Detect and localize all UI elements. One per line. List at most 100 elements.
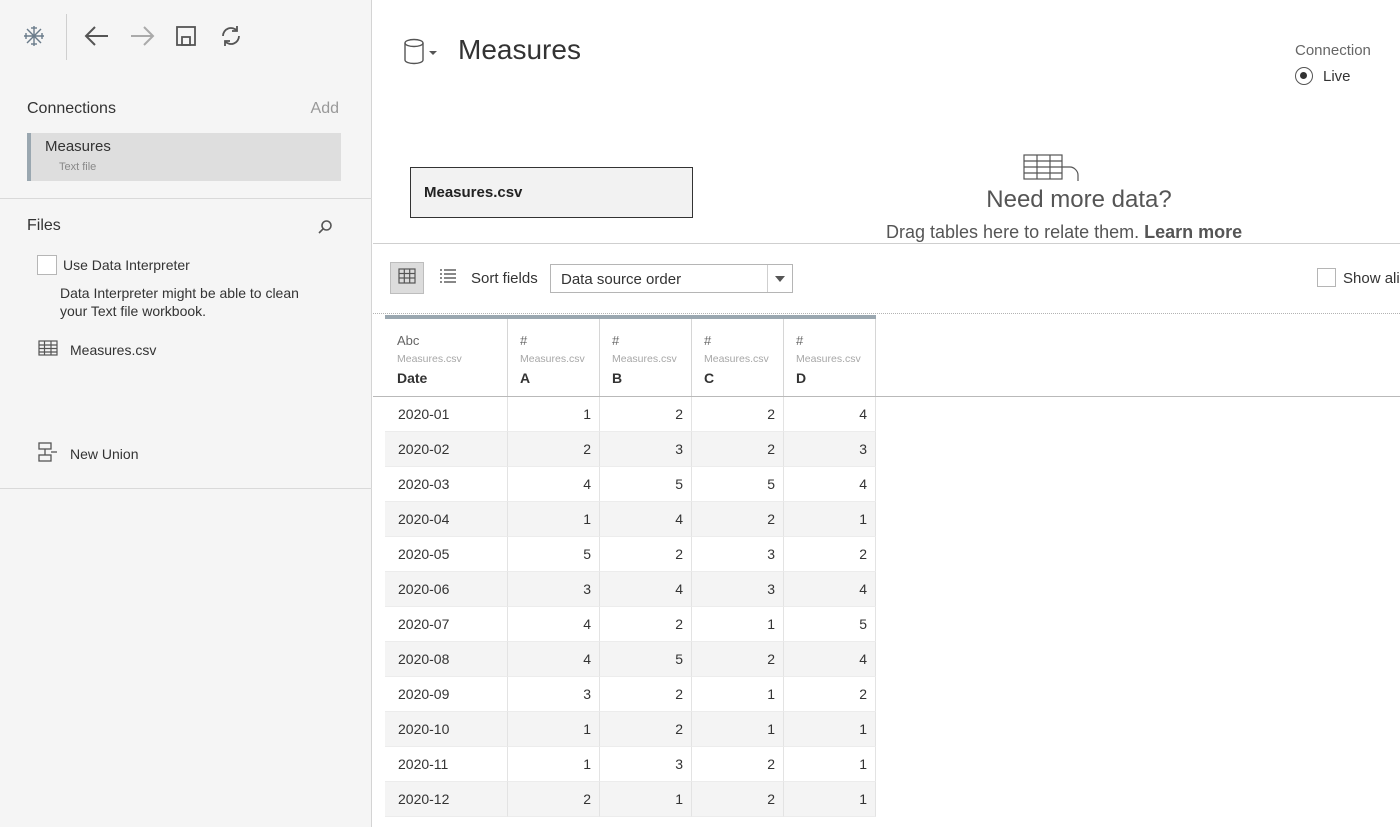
number-type-icon[interactable]: # xyxy=(796,333,803,348)
date-cell[interactable]: 2020-10 xyxy=(385,712,508,747)
a-cell[interactable]: 1 xyxy=(508,397,600,432)
a-cell[interactable]: 3 xyxy=(508,572,600,607)
b-cell[interactable]: 4 xyxy=(600,572,692,607)
column-header[interactable]: Abc Measures.csv Date xyxy=(385,319,508,396)
search-icon[interactable] xyxy=(316,218,334,236)
live-label: Live xyxy=(1323,67,1351,85)
date-cell[interactable]: 2020-04 xyxy=(385,502,508,537)
table-row: 2020-03 4 5 5 4 xyxy=(385,467,876,502)
connection-item-measures[interactable]: Measures Text file xyxy=(27,133,341,181)
database-icon[interactable] xyxy=(403,38,443,66)
c-cell[interactable]: 1 xyxy=(692,712,784,747)
d-cell[interactable]: 4 xyxy=(784,397,876,432)
b-cell[interactable]: 3 xyxy=(600,432,692,467)
c-cell[interactable]: 2 xyxy=(692,782,784,817)
a-cell[interactable]: 2 xyxy=(508,432,600,467)
a-cell[interactable]: 5 xyxy=(508,537,600,572)
add-connection-link[interactable]: Add xyxy=(311,100,339,118)
live-radio-option[interactable]: Live xyxy=(1295,67,1351,85)
c-cell[interactable]: 5 xyxy=(692,467,784,502)
number-type-icon[interactable]: # xyxy=(612,333,619,348)
sort-fields-dropdown[interactable]: Data source order xyxy=(550,264,793,293)
a-cell[interactable]: 1 xyxy=(508,502,600,537)
c-cell[interactable]: 2 xyxy=(692,502,784,537)
file-item-measures-csv[interactable]: Measures.csv xyxy=(38,339,156,361)
c-cell[interactable]: 1 xyxy=(692,607,784,642)
forward-arrow-icon[interactable] xyxy=(126,20,158,52)
data-interpreter-checkbox[interactable] xyxy=(37,255,57,275)
c-cell[interactable]: 3 xyxy=(692,572,784,607)
list-icon xyxy=(439,268,457,289)
column-header[interactable]: # Measures.csv C xyxy=(692,319,784,396)
d-cell[interactable]: 1 xyxy=(784,712,876,747)
tableau-logo-icon[interactable] xyxy=(18,20,50,52)
a-cell[interactable]: 4 xyxy=(508,467,600,502)
b-cell[interactable]: 2 xyxy=(600,397,692,432)
new-union-item[interactable]: New Union xyxy=(38,441,138,467)
union-icon xyxy=(38,441,58,467)
show-aliases-label: Show ali xyxy=(1343,270,1400,287)
list-view-button[interactable] xyxy=(431,262,465,294)
d-cell[interactable]: 1 xyxy=(784,502,876,537)
column-header[interactable]: # Measures.csv A xyxy=(508,319,600,396)
d-cell[interactable]: 2 xyxy=(784,677,876,712)
b-cell[interactable]: 5 xyxy=(600,467,692,502)
b-cell[interactable]: 2 xyxy=(600,677,692,712)
c-cell[interactable]: 2 xyxy=(692,747,784,782)
c-cell[interactable]: 1 xyxy=(692,677,784,712)
number-type-icon[interactable]: # xyxy=(520,333,527,348)
datasource-title[interactable]: Measures xyxy=(458,34,581,66)
save-icon[interactable] xyxy=(170,20,202,52)
b-cell[interactable]: 2 xyxy=(600,607,692,642)
date-cell[interactable]: 2020-08 xyxy=(385,642,508,677)
date-cell[interactable]: 2020-05 xyxy=(385,537,508,572)
date-cell[interactable]: 2020-03 xyxy=(385,467,508,502)
date-cell[interactable]: 2020-02 xyxy=(385,432,508,467)
string-type-icon[interactable]: Abc xyxy=(397,333,419,348)
b-cell[interactable]: 2 xyxy=(600,537,692,572)
table-row: 2020-11 1 3 2 1 xyxy=(385,747,876,782)
b-cell[interactable]: 2 xyxy=(600,712,692,747)
date-cell[interactable]: 2020-11 xyxy=(385,747,508,782)
d-cell[interactable]: 1 xyxy=(784,782,876,817)
b-cell[interactable]: 4 xyxy=(600,502,692,537)
a-cell[interactable]: 4 xyxy=(508,642,600,677)
grid-view-button[interactable] xyxy=(390,262,424,294)
d-cell[interactable]: 2 xyxy=(784,537,876,572)
date-cell[interactable]: 2020-09 xyxy=(385,677,508,712)
data-interpreter-label: Use Data Interpreter xyxy=(63,257,190,273)
c-cell[interactable]: 3 xyxy=(692,537,784,572)
a-cell[interactable]: 2 xyxy=(508,782,600,817)
refresh-icon[interactable] xyxy=(215,20,247,52)
d-cell[interactable]: 4 xyxy=(784,467,876,502)
column-header[interactable]: # Measures.csv B xyxy=(600,319,692,396)
top-toolbar xyxy=(0,0,372,80)
c-cell[interactable]: 2 xyxy=(692,397,784,432)
need-more-data-text: Drag tables here to relate them. Learn m… xyxy=(886,222,1242,243)
show-aliases-checkbox[interactable] xyxy=(1317,268,1336,287)
d-cell[interactable]: 3 xyxy=(784,432,876,467)
c-cell[interactable]: 2 xyxy=(692,432,784,467)
a-cell[interactable]: 1 xyxy=(508,712,600,747)
b-cell[interactable]: 3 xyxy=(600,747,692,782)
column-source: Measures.csv xyxy=(520,353,585,365)
column-header[interactable]: # Measures.csv D xyxy=(784,319,876,396)
table-pill-measures-csv[interactable]: Measures.csv xyxy=(410,167,693,218)
learn-more-link[interactable]: Learn more xyxy=(1144,222,1242,242)
a-cell[interactable]: 1 xyxy=(508,747,600,782)
date-cell[interactable]: 2020-12 xyxy=(385,782,508,817)
back-arrow-icon[interactable] xyxy=(81,20,113,52)
number-type-icon[interactable]: # xyxy=(704,333,711,348)
a-cell[interactable]: 3 xyxy=(508,677,600,712)
date-cell[interactable]: 2020-06 xyxy=(385,572,508,607)
d-cell[interactable]: 4 xyxy=(784,572,876,607)
date-cell[interactable]: 2020-07 xyxy=(385,607,508,642)
b-cell[interactable]: 5 xyxy=(600,642,692,677)
d-cell[interactable]: 5 xyxy=(784,607,876,642)
b-cell[interactable]: 1 xyxy=(600,782,692,817)
c-cell[interactable]: 2 xyxy=(692,642,784,677)
date-cell[interactable]: 2020-01 xyxy=(385,397,508,432)
d-cell[interactable]: 4 xyxy=(784,642,876,677)
d-cell[interactable]: 1 xyxy=(784,747,876,782)
a-cell[interactable]: 4 xyxy=(508,607,600,642)
